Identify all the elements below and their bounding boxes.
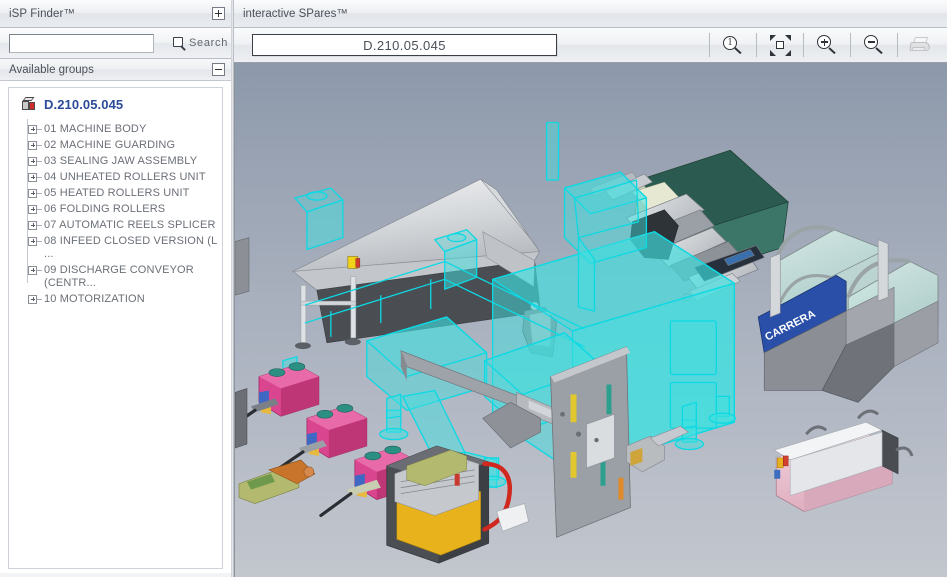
tree-item-label: 07 AUTOMATIC REELS SPLICER: [44, 218, 216, 231]
expand-icon[interactable]: [28, 124, 37, 134]
toolbar-divider: [803, 33, 804, 57]
exploded-machine-drawing: CARRERA: [235, 121, 939, 564]
available-groups-title: Available groups: [9, 63, 94, 76]
search-button[interactable]: Search: [171, 35, 230, 52]
three-d-viewport[interactable]: CARRERA: [234, 63, 947, 577]
tree-item-label: 01 MACHINE BODY: [44, 122, 147, 135]
zoom-in-icon: [816, 35, 838, 55]
tree-item-01-machine-body[interactable]: 01 MACHINE BODY: [28, 121, 222, 137]
toolbar-divider: [850, 33, 851, 57]
expand-icon[interactable]: [28, 172, 37, 182]
edge-fragment-part: [235, 237, 250, 449]
isp-finder-titlebar: iSP Finder™: [0, 0, 231, 28]
isp-finder-title: iSP Finder™: [9, 7, 76, 20]
printer-icon: [909, 36, 933, 54]
tree-item-label: 10 MOTORIZATION: [44, 292, 145, 305]
tree-item-05-heated-rollers-unit[interactable]: 05 HEATED ROLLERS UNIT: [28, 185, 222, 201]
tree-item-04-unheated-rollers-unit[interactable]: 04 UNHEATED ROLLERS UNIT: [28, 169, 222, 185]
available-groups-header: Available groups: [0, 59, 231, 81]
zoom-in-button[interactable]: [805, 30, 849, 60]
tree-item-label: 04 UNHEATED ROLLERS UNIT: [44, 170, 206, 183]
fit-to-window-icon: [769, 34, 791, 56]
groups-tree: D.210.05.045 01 MACHINE BODY 02 MACHINE …: [9, 88, 222, 307]
tree-item-label: 05 HEATED ROLLERS UNIT: [44, 186, 190, 199]
tree-item-06-folding-rollers[interactable]: 06 FOLDING ROLLERS: [28, 201, 222, 217]
viewer-toolbar-buttons: 1: [708, 28, 943, 62]
search-bar: Search: [0, 28, 231, 59]
zoom-1to1-icon: 1: [722, 35, 744, 55]
search-button-label: Search: [189, 37, 229, 49]
cube-icon: [22, 97, 37, 112]
tree-item-10-motorization[interactable]: 10 MOTORIZATION: [28, 291, 222, 307]
groups-tree-container: D.210.05.045 01 MACHINE BODY 02 MACHINE …: [8, 87, 223, 569]
viewer-title: interactive SPares™: [243, 7, 348, 20]
left-panel-bottom-strip: [0, 573, 231, 577]
tree-item-label: 06 FOLDING ROLLERS: [44, 202, 166, 215]
zoom-one-to-one-button[interactable]: 1: [711, 30, 755, 60]
viewer-toolbar: D.210.05.045 1: [234, 28, 947, 63]
toolbar-divider: [756, 33, 757, 57]
tree-item-label: 09 DISCHARGE CONVEYOR (CENTR...: [44, 263, 194, 289]
viewer-titlebar: interactive SPares™: [234, 0, 947, 28]
expand-icon[interactable]: [28, 236, 37, 246]
expand-icon[interactable]: [28, 265, 37, 275]
isp-finder-expand-button[interactable]: [212, 7, 225, 20]
zoom-out-icon: [863, 35, 885, 55]
tree-item-02-machine-guarding[interactable]: 02 MACHINE GUARDING: [28, 137, 222, 153]
toolbar-divider: [709, 33, 710, 57]
expand-icon[interactable]: [28, 156, 37, 166]
tree-root-label: D.210.05.045: [44, 97, 124, 112]
toolbar-divider: [897, 33, 898, 57]
tree-item-08-infeed-closed-version[interactable]: 08 INFEED CLOSED VERSION (L ...: [28, 233, 222, 262]
part-code-field[interactable]: D.210.05.045: [252, 34, 557, 56]
fit-to-window-button[interactable]: [758, 30, 802, 60]
application-window: iSP Finder™ Search Available groups D.21…: [0, 0, 947, 577]
tree-root-node[interactable]: D.210.05.045: [22, 97, 222, 112]
expand-icon[interactable]: [28, 140, 37, 150]
expand-icon[interactable]: [28, 188, 37, 198]
isp-finder-panel: iSP Finder™ Search Available groups D.21…: [0, 0, 231, 577]
interactive-spares-panel: interactive SPares™ D.210.05.045 1 CARRE…: [233, 0, 947, 577]
available-groups-collapse-button[interactable]: [212, 63, 225, 76]
machine-guarding-part: CARRERA: [757, 225, 939, 403]
zoom-out-button[interactable]: [852, 30, 896, 60]
tree-item-label: 03 SEALING JAW ASSEMBLY: [44, 154, 198, 167]
print-button[interactable]: [899, 30, 943, 60]
magnifier-icon: [173, 36, 186, 51]
expand-icon[interactable]: [28, 204, 37, 214]
search-input[interactable]: [9, 33, 154, 53]
tree-item-03-sealing-jaw-assembly[interactable]: 03 SEALING JAW ASSEMBLY: [28, 153, 222, 169]
tree-item-label: 02 MACHINE GUARDING: [44, 138, 176, 151]
expand-icon[interactable]: [28, 294, 37, 304]
expand-icon[interactable]: [28, 220, 37, 230]
tree-item-07-automatic-reels-splicer[interactable]: 07 AUTOMATIC REELS SPLICER: [28, 217, 222, 233]
tree-item-label: 08 INFEED CLOSED VERSION (L ...: [44, 234, 217, 260]
motorization-conveyor-part: [773, 409, 914, 512]
tree-item-09-discharge-conveyor[interactable]: 09 DISCHARGE CONVEYOR (CENTR...: [28, 262, 222, 291]
